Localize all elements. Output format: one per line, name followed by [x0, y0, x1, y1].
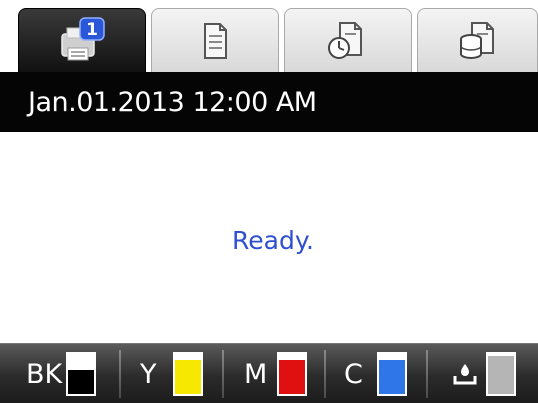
status-message: Ready. [232, 225, 314, 255]
ink-y-gauge [172, 352, 203, 396]
ink-bk-fill [68, 370, 95, 394]
ink-m: M [244, 344, 308, 403]
ink-level-bar[interactable]: BK Y M C [0, 343, 538, 403]
maintenance-box-gauge [486, 352, 516, 396]
maintenance-box-fill [488, 356, 514, 394]
ink-c-gauge [376, 352, 407, 396]
datetime-text: Jan.01.2013 12:00 AM [28, 86, 317, 118]
ink-y: Y [140, 344, 203, 403]
document-stack-icon [459, 21, 494, 59]
ink-separator [119, 350, 121, 398]
ink-c-label: C [344, 358, 363, 390]
ink-separator [426, 350, 428, 398]
tab-documents[interactable] [151, 8, 279, 72]
ink-bk: BK [26, 344, 97, 403]
printer-lcd-screen: 1 Jan.01.2013 12:00 AM Ready. BK Y M C [0, 0, 538, 403]
maintenance-box [452, 344, 516, 403]
ink-m-fill [279, 360, 306, 394]
tab-scheduled-jobs[interactable] [284, 8, 412, 72]
ink-c-fill [378, 360, 405, 394]
tab-bar: 1 [0, 0, 538, 72]
tab-stored-jobs[interactable] [417, 8, 538, 72]
maintenance-box-icon [453, 364, 477, 385]
ink-c: C [344, 344, 407, 403]
ink-bk-gauge [66, 352, 97, 396]
message-area: Ready. [0, 132, 538, 340]
status-bar: Jan.01.2013 12:00 AM [0, 72, 538, 132]
printer-status-badge: 1 [86, 20, 98, 40]
ink-m-gauge [277, 352, 308, 396]
ink-bk-label: BK [26, 358, 63, 390]
printer-status-icon: 1 [61, 16, 105, 60]
ink-separator [324, 350, 326, 398]
document-clock-icon [328, 21, 362, 59]
ink-y-label: Y [140, 358, 157, 390]
document-icon [204, 22, 227, 59]
ink-y-fill [174, 360, 201, 394]
tab-printer-status[interactable]: 1 [18, 8, 146, 72]
ink-m-label: M [244, 358, 268, 390]
ink-separator [222, 350, 224, 398]
